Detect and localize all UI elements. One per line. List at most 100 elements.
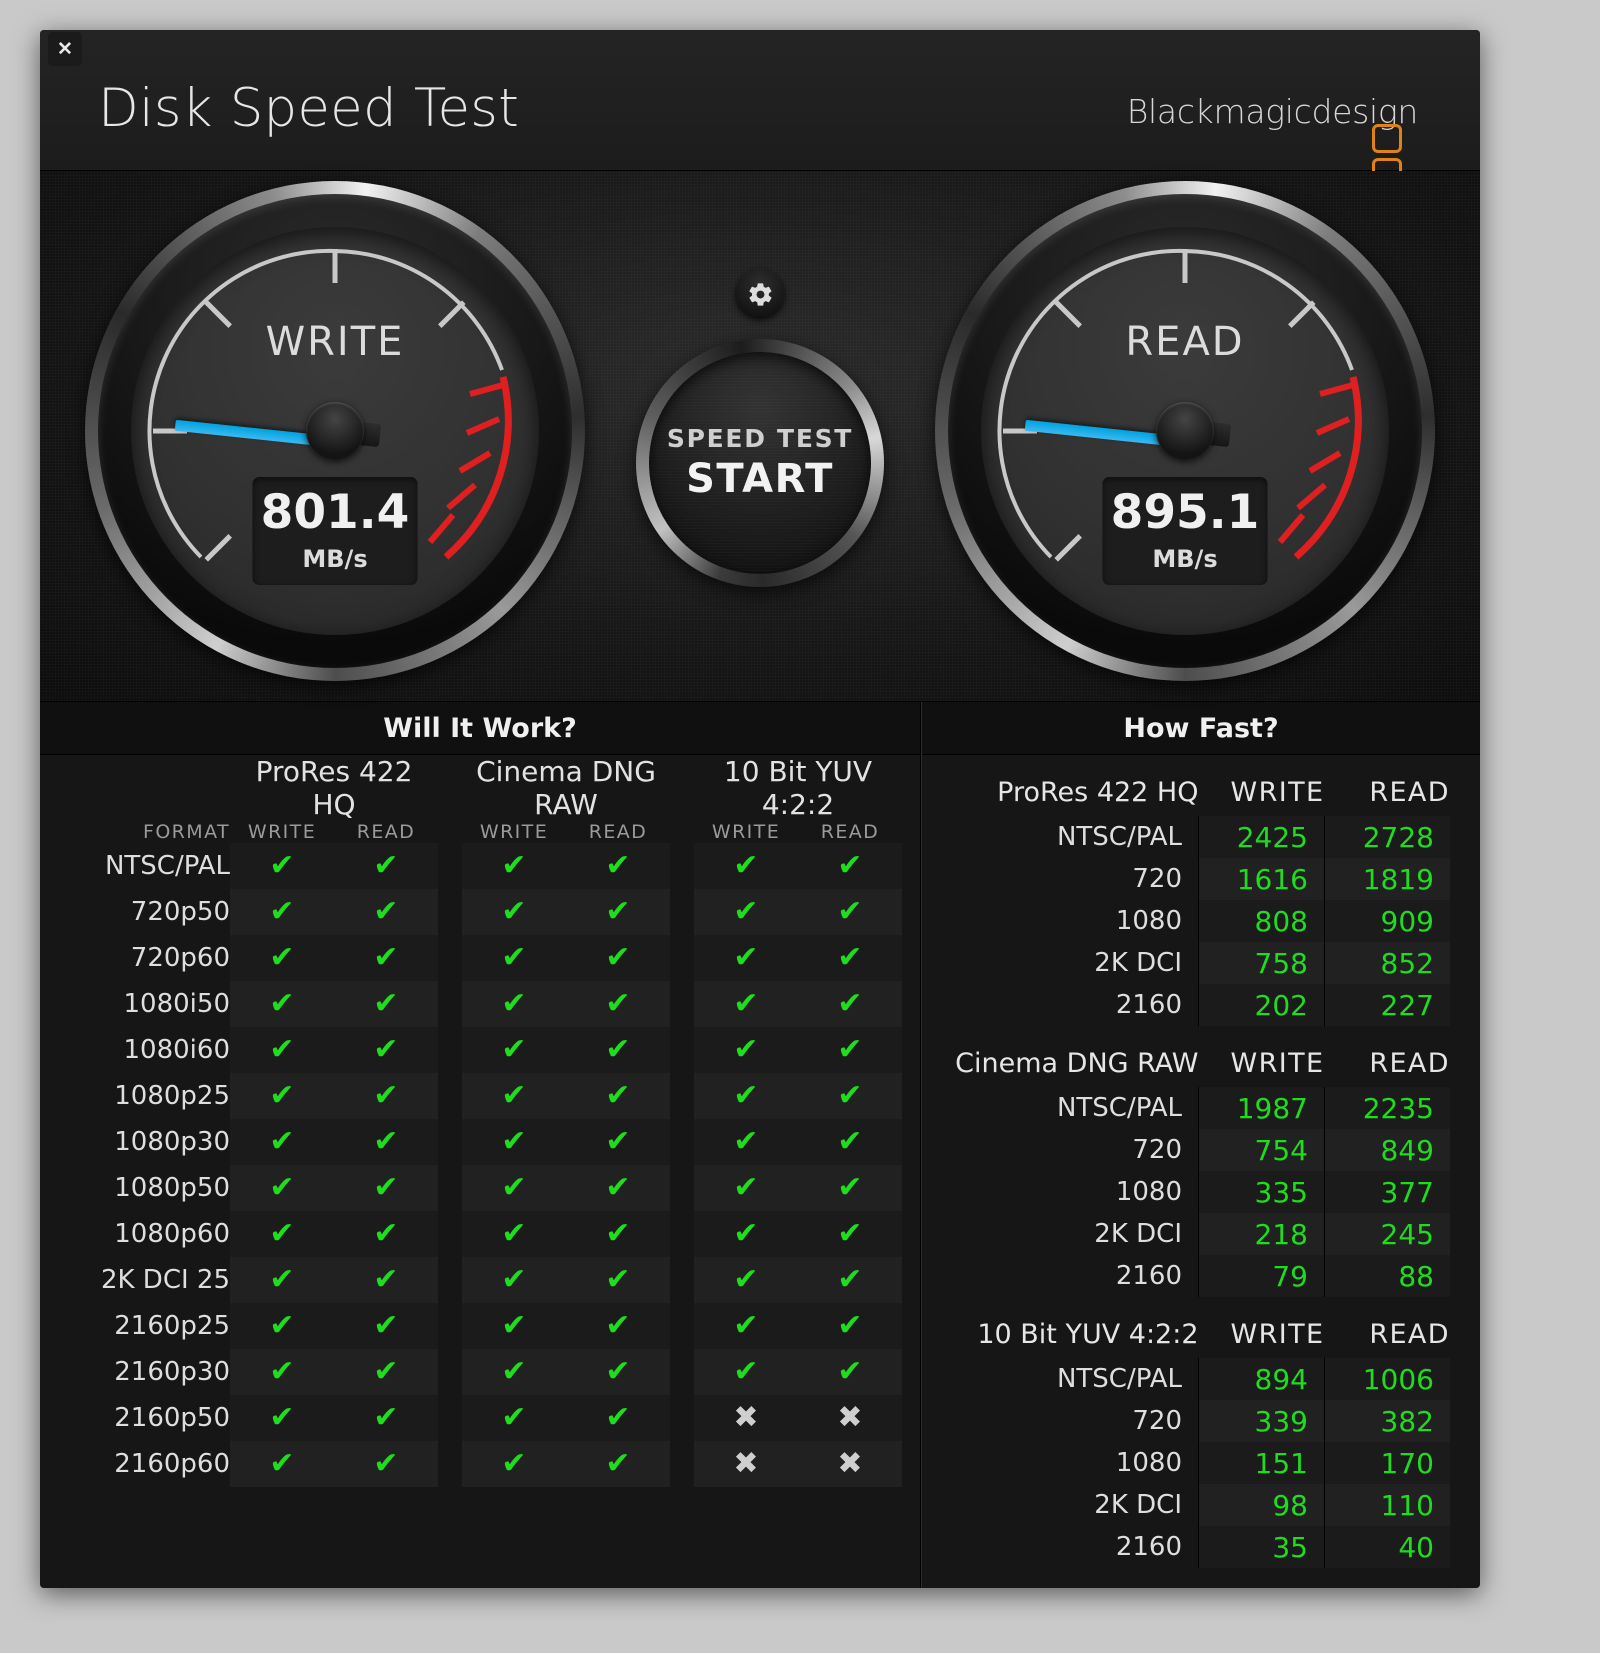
- read-speed-value: 382: [1324, 1400, 1450, 1442]
- write-speed-value: 1616: [1198, 858, 1325, 900]
- check-icon: ✔: [798, 1119, 902, 1165]
- write-speed-value: 202: [1198, 984, 1325, 1026]
- write-speed-value: 218: [1198, 1213, 1325, 1255]
- check-icon: ✔: [462, 1027, 566, 1073]
- format-label: 2K DCI: [1094, 1219, 1182, 1249]
- check-icon: ✔: [566, 843, 670, 889]
- check-icon: ✔: [334, 935, 438, 981]
- check-icon: ✔: [334, 1257, 438, 1303]
- check-icon: ✔: [230, 889, 334, 935]
- how-fast-table: ProRes 422 HQ WRITE READ NTSC/PAL 2425 2728 72…: [952, 777, 1450, 1026]
- format-label: 720p50: [130, 897, 230, 927]
- read-gauge: READ 895.1 MB/s: [935, 181, 1435, 681]
- write-speed-value: 808: [1198, 900, 1325, 942]
- check-icon: ✔: [798, 1349, 902, 1395]
- format-label: 1080p50: [114, 1173, 230, 1203]
- write-unit: MB/s: [302, 545, 368, 573]
- will-it-work-sub-header: READ: [820, 821, 880, 843]
- check-icon: ✔: [798, 1165, 902, 1211]
- check-icon: ✔: [230, 1441, 334, 1487]
- format-label: NTSC/PAL: [1056, 1364, 1182, 1394]
- brand-logo: Blackmagicdesign: [1127, 92, 1418, 221]
- cross-icon: ✖: [798, 1395, 902, 1441]
- check-icon: ✔: [694, 843, 798, 889]
- table-row: 2160p25 ✔ ✔ ✔ ✔ ✔ ✔: [58, 1303, 902, 1349]
- table-row: 2160p50 ✔ ✔ ✔ ✔ ✖ ✖: [58, 1395, 902, 1441]
- check-icon: ✔: [230, 935, 334, 981]
- check-icon: ✔: [334, 1211, 438, 1257]
- settings-button[interactable]: [735, 269, 785, 319]
- read-unit: MB/s: [1152, 545, 1218, 573]
- check-icon: ✔: [694, 981, 798, 1027]
- table-row: 1080p30 ✔ ✔ ✔ ✔ ✔ ✔: [58, 1119, 902, 1165]
- read-speed-value: 110: [1324, 1484, 1450, 1526]
- read-speed-value: 245: [1324, 1213, 1450, 1255]
- cross-icon: ✖: [694, 1441, 798, 1487]
- check-icon: ✔: [230, 1073, 334, 1119]
- table-row: 1080p60 ✔ ✔ ✔ ✔ ✔ ✔: [58, 1211, 902, 1257]
- check-icon: ✔: [334, 1303, 438, 1349]
- how-fast-section-header: ProRes 422 HQ WRITE READ: [952, 777, 1450, 816]
- how-fast-section-header: 10 Bit YUV 4:2:2 WRITE READ: [952, 1319, 1450, 1358]
- check-icon: ✔: [566, 1441, 670, 1487]
- format-label: 1080i60: [123, 1035, 230, 1065]
- read-speed-value: 1819: [1324, 858, 1450, 900]
- format-label: 2160p60: [114, 1449, 230, 1479]
- table-row: 2K DCI 758 852: [952, 942, 1450, 984]
- write-speed-value: 894: [1198, 1358, 1325, 1400]
- read-speed-value: 170: [1324, 1442, 1450, 1484]
- format-label: 720: [1132, 1406, 1182, 1436]
- how-fast-panel: How Fast? ProRes 422 HQ WRITE READ NTSC/PAL…: [921, 702, 1480, 1588]
- check-icon: ✔: [566, 1257, 670, 1303]
- check-icon: ✔: [462, 1073, 566, 1119]
- how-fast-section-title: ProRes 422 HQ: [997, 777, 1199, 808]
- check-icon: ✔: [694, 1027, 798, 1073]
- write-needle-hub: [306, 402, 364, 460]
- will-it-work-group-header: Cinema DNG RAW: [476, 755, 656, 821]
- table-row: 1080p50 ✔ ✔ ✔ ✔ ✔ ✔: [58, 1165, 902, 1211]
- check-icon: ✔: [334, 889, 438, 935]
- close-window-button[interactable]: ✕: [48, 32, 82, 66]
- check-icon: ✔: [230, 1165, 334, 1211]
- read-speed-value: 1006: [1324, 1358, 1450, 1400]
- write-speed-value: 98: [1198, 1484, 1325, 1526]
- check-icon: ✔: [334, 1349, 438, 1395]
- check-icon: ✔: [462, 1165, 566, 1211]
- check-icon: ✔: [462, 1257, 566, 1303]
- check-icon: ✔: [566, 1119, 670, 1165]
- format-label: 2K DCI: [1094, 948, 1182, 978]
- format-label: 2160p30: [114, 1357, 230, 1387]
- check-icon: ✔: [334, 981, 438, 1027]
- start-button-line2: START: [686, 456, 834, 502]
- check-icon: ✔: [462, 981, 566, 1027]
- how-fast-section-title: 10 Bit YUV 4:2:2: [977, 1319, 1199, 1350]
- check-icon: ✔: [230, 1349, 334, 1395]
- check-icon: ✔: [334, 1395, 438, 1441]
- speed-test-start-button[interactable]: SPEED TEST START: [649, 352, 871, 574]
- check-icon: ✔: [566, 1211, 670, 1257]
- check-icon: ✔: [230, 1119, 334, 1165]
- cross-icon: ✖: [798, 1441, 902, 1487]
- will-it-work-sub-header: READ: [588, 821, 648, 843]
- check-icon: ✔: [462, 1395, 566, 1441]
- check-icon: ✔: [566, 981, 670, 1027]
- read-value: 895.1: [1110, 485, 1260, 540]
- check-icon: ✔: [798, 889, 902, 935]
- read-speed-value: 227: [1324, 984, 1450, 1026]
- check-icon: ✔: [334, 1073, 438, 1119]
- read-speed-value: 852: [1324, 942, 1450, 984]
- will-it-work-body: NTSC/PAL ✔ ✔ ✔ ✔ ✔ ✔ 720p50 ✔ ✔ ✔ ✔ ✔ ✔ 720p60 ✔ ✔ ✔ ✔ ✔ ✔ 10…: [58, 843, 902, 1487]
- check-icon: ✔: [694, 1257, 798, 1303]
- check-icon: ✔: [798, 1257, 902, 1303]
- write-speed-value: 754: [1198, 1129, 1325, 1171]
- check-icon: ✔: [694, 1165, 798, 1211]
- table-row: NTSC/PAL ✔ ✔ ✔ ✔ ✔ ✔: [58, 843, 902, 889]
- check-icon: ✔: [798, 843, 902, 889]
- check-icon: ✔: [798, 1073, 902, 1119]
- start-button-line1: SPEED TEST: [666, 424, 854, 453]
- will-it-work-sub-header-row: FORMAT WRITE READ WRITE READ WRITE READ: [58, 821, 902, 843]
- write-speed-value: 35: [1198, 1526, 1325, 1568]
- table-row: 720 339 382: [952, 1400, 1450, 1442]
- will-it-work-group-header-row: ProRes 422 HQ Cinema DNG RAW 10 Bit YUV 4:…: [58, 755, 902, 821]
- read-readout: 895.1 MB/s: [1102, 477, 1268, 585]
